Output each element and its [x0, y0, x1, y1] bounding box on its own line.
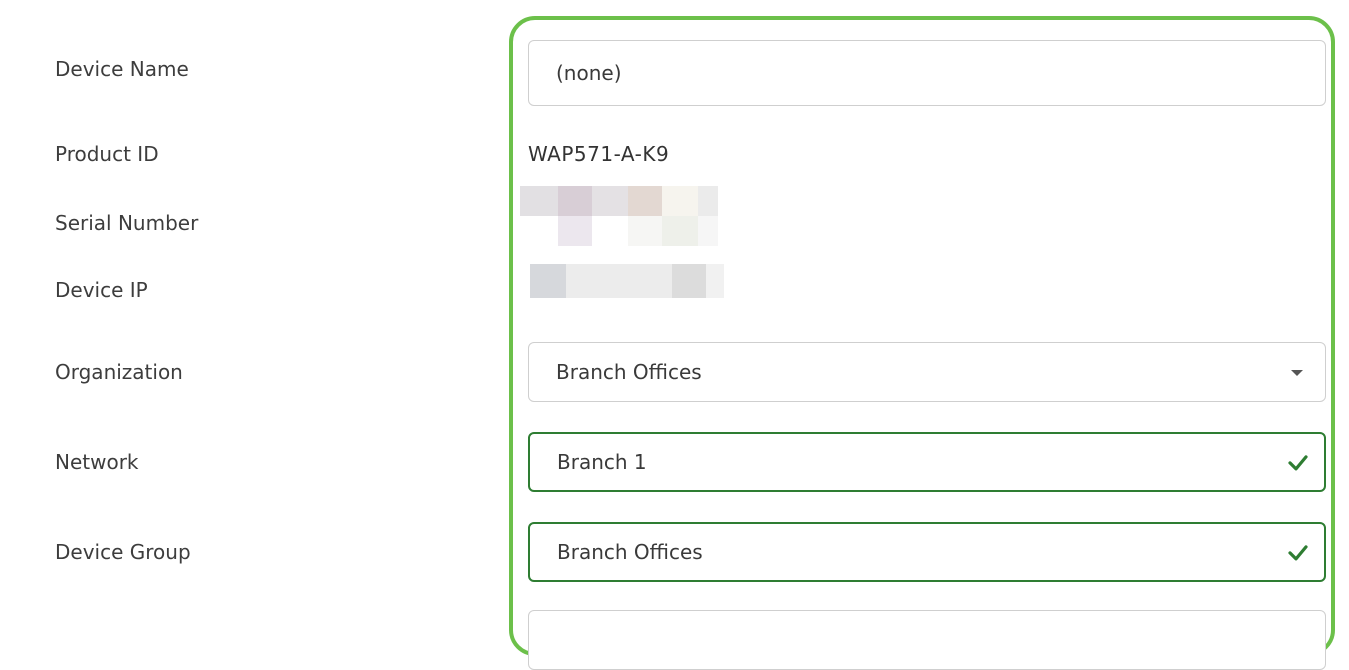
device-name-label: Device Name	[55, 57, 189, 81]
device-name-input[interactable]: (none)	[528, 40, 1326, 106]
organization-select[interactable]: Branch Offices	[528, 342, 1326, 402]
product-id-label: Product ID	[55, 142, 159, 166]
check-icon	[1288, 455, 1308, 471]
network-select[interactable]: Branch 1	[528, 432, 1326, 492]
device-group-label: Device Group	[55, 540, 191, 564]
device-group-select[interactable]: Branch Offices	[528, 522, 1326, 582]
next-field[interactable]	[528, 610, 1326, 670]
organization-label: Organization	[55, 360, 183, 384]
network-label: Network	[55, 450, 139, 474]
device-ip-label: Device IP	[55, 278, 148, 302]
caret-down-icon	[1291, 370, 1303, 376]
device-name-value: (none)	[556, 61, 622, 85]
serial-number-label: Serial Number	[55, 211, 199, 235]
product-id-value: WAP571-A-K9	[528, 142, 670, 166]
network-value: Branch 1	[557, 450, 647, 474]
device-group-value: Branch Offices	[557, 540, 703, 564]
organization-value: Branch Offices	[556, 360, 702, 384]
check-icon	[1288, 545, 1308, 561]
